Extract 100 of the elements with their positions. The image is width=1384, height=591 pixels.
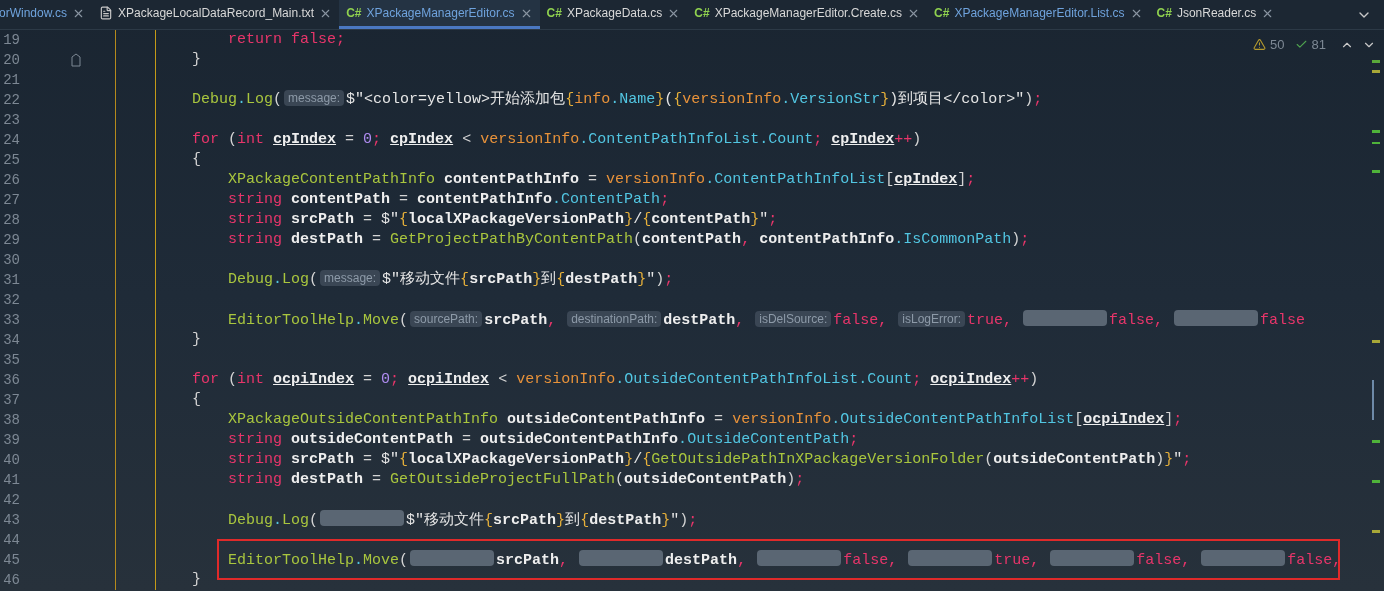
code-token: Debug <box>227 271 273 288</box>
code-token: ; <box>813 131 824 148</box>
code-token: EditorToolHelp <box>227 552 355 569</box>
line-number: 27 <box>2 191 20 210</box>
code-token: contentPathInfo <box>759 231 895 248</box>
code-token: " <box>670 512 680 529</box>
code-token: = <box>362 211 374 228</box>
code-token: OutsideContentPathInfoList <box>840 411 1075 428</box>
code-token: , <box>1181 552 1192 569</box>
code-token: < <box>461 131 473 148</box>
line-number: 41 <box>2 471 20 490</box>
code-token: srcPath <box>290 211 355 228</box>
line-number: 25 <box>2 151 20 170</box>
code-token: EditorToolHelp <box>227 312 355 329</box>
code-token: ; <box>336 31 346 48</box>
code-token: ) <box>1011 231 1021 248</box>
code-token: { <box>460 271 470 288</box>
parameter-hint: message: <box>284 90 345 106</box>
code-token: string <box>227 471 282 488</box>
code-token: versionInfo <box>732 411 832 428</box>
line-number: 22 <box>2 91 20 110</box>
code-token: false <box>843 552 889 569</box>
code-token: destPath <box>663 312 736 329</box>
code-token: srcPath <box>484 312 548 329</box>
code-token: , <box>1154 312 1165 329</box>
code-token: $" <box>381 211 400 228</box>
code-token: { <box>580 512 590 529</box>
code-token: string <box>227 231 282 248</box>
code-token: ++ <box>1011 371 1030 388</box>
code-token: ) <box>1155 451 1165 468</box>
code-token: string <box>227 211 282 228</box>
code-token: $"移动文件 <box>406 512 485 529</box>
code-token: ; <box>1173 411 1183 428</box>
code-token: ) <box>912 131 922 148</box>
parameter-hint: isDelSource: <box>755 311 832 327</box>
code-token: . <box>678 431 688 448</box>
code-token: outsideContentPath <box>993 451 1156 468</box>
code-token: outsideContentPath <box>290 431 454 448</box>
code-token: false <box>1136 552 1182 569</box>
line-number: 26 <box>2 171 20 190</box>
editor-tab[interactable]: C# XPackageManagerEditor.List.cs <box>927 0 1150 29</box>
code-token: srcPath <box>496 552 560 569</box>
code-token: ; <box>664 271 674 288</box>
line-number: 35 <box>2 351 20 370</box>
code-token: } <box>624 451 634 468</box>
code-token: = <box>344 131 356 148</box>
warning-icon <box>1253 38 1267 52</box>
code-token: { <box>484 512 494 529</box>
code-token: . <box>759 131 769 148</box>
line-number: 28 <box>2 211 20 230</box>
line-number: 39 <box>2 431 20 450</box>
code-token: . <box>273 512 283 529</box>
line-number: 46 <box>2 571 20 590</box>
code-token: = <box>713 411 725 428</box>
code-token: ++ <box>894 131 913 148</box>
code-token: / <box>633 451 643 468</box>
code-token: ocpiIndex <box>1083 411 1165 428</box>
code-token: } <box>192 51 201 68</box>
code-token: contentPathInfo <box>417 191 553 208</box>
code-token: ocpiIndex <box>273 371 355 388</box>
code-token: false <box>1260 312 1306 329</box>
code-token: , <box>547 312 558 329</box>
editor-tab[interactable]: C# XPackageManagerEditor.Create.cs <box>687 0 928 29</box>
code-token: { <box>399 211 409 228</box>
line-number: 32 <box>2 291 20 310</box>
code-token: Name <box>619 91 656 108</box>
code-token: outsideContentPathInfo <box>480 431 679 448</box>
code-token: ; <box>1020 231 1030 248</box>
code-token: ( <box>309 271 319 288</box>
code-token: srcPath <box>290 451 355 468</box>
editor-tab[interactable]: C# XPackageManagerEditor.cs <box>339 0 540 29</box>
code-token: . <box>610 91 620 108</box>
code-token: ( <box>309 512 319 529</box>
fold-marker-icon[interactable] <box>71 53 81 67</box>
code-token: = <box>398 191 410 208</box>
code-token: ; <box>795 471 805 488</box>
line-number: 24 <box>2 131 20 150</box>
line-number: 31 <box>2 271 20 290</box>
code-token: ContentPathInfoList <box>588 131 760 148</box>
code-token: ; <box>390 371 401 388</box>
code-token: } <box>192 571 201 588</box>
warning-count: 50 <box>1270 36 1285 54</box>
editor-tab[interactable]: C# XPackageData.cs <box>539 0 688 29</box>
code-token: 到 <box>541 271 557 288</box>
code-token: Count <box>867 371 913 388</box>
code-token: destPath <box>565 271 638 288</box>
code-token: [ <box>885 171 895 188</box>
code-token: contentPathInfo <box>443 171 580 188</box>
code-token: 0 <box>381 371 391 388</box>
code-token: outsideContentPathInfo <box>506 411 706 428</box>
editor-tab[interactable]: orWindow.cs <box>0 0 93 29</box>
code-token: contentPath <box>290 191 391 208</box>
code-token: $"移动文件 <box>382 271 461 288</box>
code-token: ( <box>227 371 238 388</box>
code-token: = <box>362 371 374 388</box>
line-number: 42 <box>2 491 20 510</box>
editor-tab[interactable]: C# JsonReader.cs <box>1149 0 1282 29</box>
editor-tab[interactable]: XPackageLocalDataRecord_Main.txt <box>92 0 340 29</box>
code-token: versionInfo <box>516 371 616 388</box>
code-token: 到 <box>565 512 581 529</box>
